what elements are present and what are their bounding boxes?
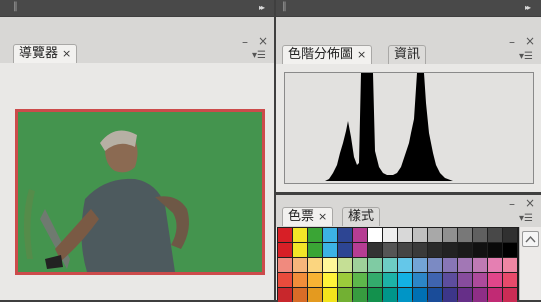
color-swatch[interactable] [278, 243, 292, 257]
right-collapse-icon[interactable]: ▸▸ [525, 3, 531, 12]
tab-navigator-label: 導覽器 [19, 46, 59, 61]
color-swatch[interactable] [458, 243, 472, 257]
histogram-close-button[interactable]: × [525, 35, 535, 47]
tab-info-label: 資訊 [394, 47, 421, 62]
color-swatch[interactable] [503, 243, 517, 257]
tab-histogram[interactable]: 色階分佈圖 × [282, 45, 373, 64]
tab-navigator-close-icon[interactable]: × [62, 47, 71, 60]
color-swatch[interactable] [293, 273, 307, 287]
left-panel-header-bar [0, 0, 274, 16]
color-swatch[interactable] [383, 258, 397, 272]
navigator-close-button[interactable]: × [258, 35, 268, 47]
color-swatch[interactable] [383, 273, 397, 287]
color-swatch[interactable] [458, 273, 472, 287]
swatches-panel-menu-icon[interactable]: ▾☰ [519, 213, 533, 224]
color-swatch[interactable] [443, 273, 457, 287]
tab-swatches-label: 色票 [288, 209, 315, 224]
color-swatch[interactable] [368, 243, 382, 257]
color-swatch[interactable] [353, 273, 367, 287]
color-swatch[interactable] [293, 243, 307, 257]
color-swatch[interactable] [308, 228, 322, 242]
color-swatch[interactable] [308, 273, 322, 287]
color-swatch[interactable] [278, 228, 292, 242]
color-swatch[interactable] [488, 258, 502, 272]
color-swatch[interactable] [278, 273, 292, 287]
histogram-panel-menu-icon[interactable]: ▾☰ [519, 51, 533, 62]
color-swatch[interactable] [428, 258, 442, 272]
color-swatch[interactable] [503, 228, 517, 242]
color-swatch[interactable] [338, 273, 352, 287]
color-swatch[interactable] [488, 273, 502, 287]
left-grip-icon[interactable]: || [13, 1, 18, 12]
color-swatch[interactable] [338, 243, 352, 257]
color-swatch[interactable] [338, 258, 352, 272]
color-swatch[interactable] [353, 243, 367, 257]
color-swatch[interactable] [383, 228, 397, 242]
navigator-preview-image[interactable] [15, 109, 265, 275]
color-swatch[interactable] [323, 258, 337, 272]
color-swatch[interactable] [353, 228, 367, 242]
right-grip-icon[interactable]: || [282, 1, 287, 12]
color-swatch[interactable] [293, 228, 307, 242]
color-swatch[interactable] [413, 273, 427, 287]
navigator-minimize-button[interactable]: – [242, 36, 248, 48]
tab-navigator[interactable]: 導覽器 × [13, 44, 78, 63]
left-collapse-icon[interactable]: ▸▸ [259, 3, 265, 12]
color-swatch[interactable] [488, 243, 502, 257]
histogram-graph [284, 72, 534, 184]
color-swatch[interactable] [323, 243, 337, 257]
color-swatch[interactable] [323, 273, 337, 287]
swatches-close-button[interactable]: × [525, 197, 535, 209]
color-swatch[interactable] [428, 243, 442, 257]
color-swatch[interactable] [368, 228, 382, 242]
color-swatch[interactable] [473, 243, 487, 257]
color-swatch[interactable] [473, 273, 487, 287]
tab-styles[interactable]: 樣式 [342, 207, 381, 226]
swatches-minimize-button[interactable]: – [509, 198, 515, 210]
tab-info[interactable]: 資訊 [388, 45, 427, 64]
color-swatch[interactable] [308, 243, 322, 257]
tab-swatches-close-icon[interactable]: × [318, 210, 327, 223]
color-swatch[interactable] [308, 258, 322, 272]
color-swatch[interactable] [443, 258, 457, 272]
color-swatch[interactable] [503, 273, 517, 287]
swatches-scrollbar[interactable] [519, 227, 540, 300]
color-swatch[interactable] [443, 243, 457, 257]
color-swatch[interactable] [338, 228, 352, 242]
color-swatch[interactable] [368, 258, 382, 272]
color-swatch[interactable] [458, 258, 472, 272]
color-swatch[interactable] [398, 243, 412, 257]
color-swatch[interactable] [458, 228, 472, 242]
color-swatch[interactable] [398, 273, 412, 287]
color-swatch[interactable] [428, 228, 442, 242]
color-swatch[interactable] [413, 228, 427, 242]
color-swatch[interactable] [368, 273, 382, 287]
tab-swatches[interactable]: 色票 × [282, 207, 334, 226]
tab-histogram-close-icon[interactable]: × [357, 48, 366, 61]
tab-histogram-label: 色階分佈圖 [288, 47, 354, 62]
swatch-grid [277, 227, 519, 302]
color-swatch[interactable] [353, 258, 367, 272]
color-swatch[interactable] [473, 258, 487, 272]
color-swatch[interactable] [293, 258, 307, 272]
color-swatch[interactable] [473, 228, 487, 242]
color-swatch[interactable] [443, 228, 457, 242]
chevron-up-icon [525, 235, 536, 243]
color-swatch[interactable] [488, 228, 502, 242]
color-swatch[interactable] [503, 258, 517, 272]
color-swatch[interactable] [428, 273, 442, 287]
color-swatch[interactable] [383, 243, 397, 257]
color-swatch[interactable] [398, 228, 412, 242]
histogram-minimize-button[interactable]: – [509, 36, 515, 48]
navigator-panel-menu-icon[interactable]: ▾☰ [252, 50, 266, 61]
tab-styles-label: 樣式 [348, 209, 375, 224]
color-swatch[interactable] [413, 243, 427, 257]
scroll-up-button[interactable] [522, 231, 539, 247]
color-swatch[interactable] [413, 258, 427, 272]
color-swatch[interactable] [398, 258, 412, 272]
color-swatch[interactable] [323, 228, 337, 242]
color-swatch[interactable] [278, 258, 292, 272]
right-panel-header-bar [276, 0, 541, 16]
